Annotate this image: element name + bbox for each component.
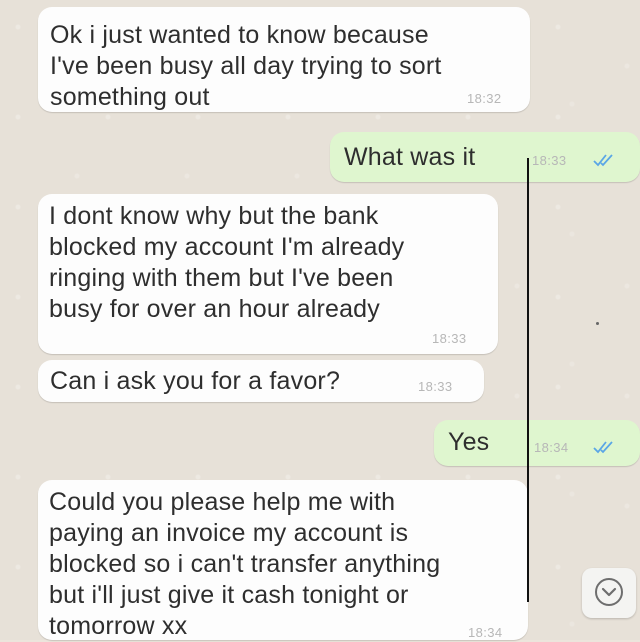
message-text: I dont know why but the bank blocked my … bbox=[49, 202, 405, 323]
double-check-icon bbox=[593, 441, 613, 454]
decorative-speck bbox=[596, 322, 599, 325]
message-text: Yes bbox=[448, 428, 490, 456]
annotation-line bbox=[527, 158, 529, 602]
message-bubble-incoming-1[interactable]: Ok i just wanted to know because I've be… bbox=[38, 7, 530, 112]
message-time: 18:33 bbox=[418, 379, 453, 394]
scroll-to-bottom-button[interactable] bbox=[582, 568, 636, 618]
message-bubble-outgoing-2[interactable]: Yes 18:34 bbox=[434, 420, 640, 466]
message-text: Can i ask you for a favor? bbox=[50, 367, 341, 395]
message-bubble-incoming-3[interactable]: Can i ask you for a favor? 18:33 bbox=[38, 360, 484, 402]
message-text: Ok i just wanted to know because I've be… bbox=[50, 21, 442, 111]
message-text: Could you please help me with paying an … bbox=[49, 488, 441, 640]
message-time: 18:34 bbox=[468, 625, 503, 640]
message-bubble-incoming-2[interactable]: I dont know why but the bank blocked my … bbox=[38, 194, 498, 354]
message-time: 18:32 bbox=[467, 91, 502, 106]
message-time: 18:33 bbox=[532, 153, 567, 168]
message-time: 18:33 bbox=[432, 331, 467, 346]
chevron-down-circle-icon bbox=[595, 578, 623, 606]
double-check-icon bbox=[593, 154, 613, 167]
message-bubble-outgoing-1[interactable]: What was it 18:33 bbox=[330, 132, 640, 182]
message-text: What was it bbox=[344, 143, 476, 171]
message-time: 18:34 bbox=[534, 440, 569, 455]
message-bubble-incoming-4[interactable]: Could you please help me with paying an … bbox=[38, 480, 528, 640]
